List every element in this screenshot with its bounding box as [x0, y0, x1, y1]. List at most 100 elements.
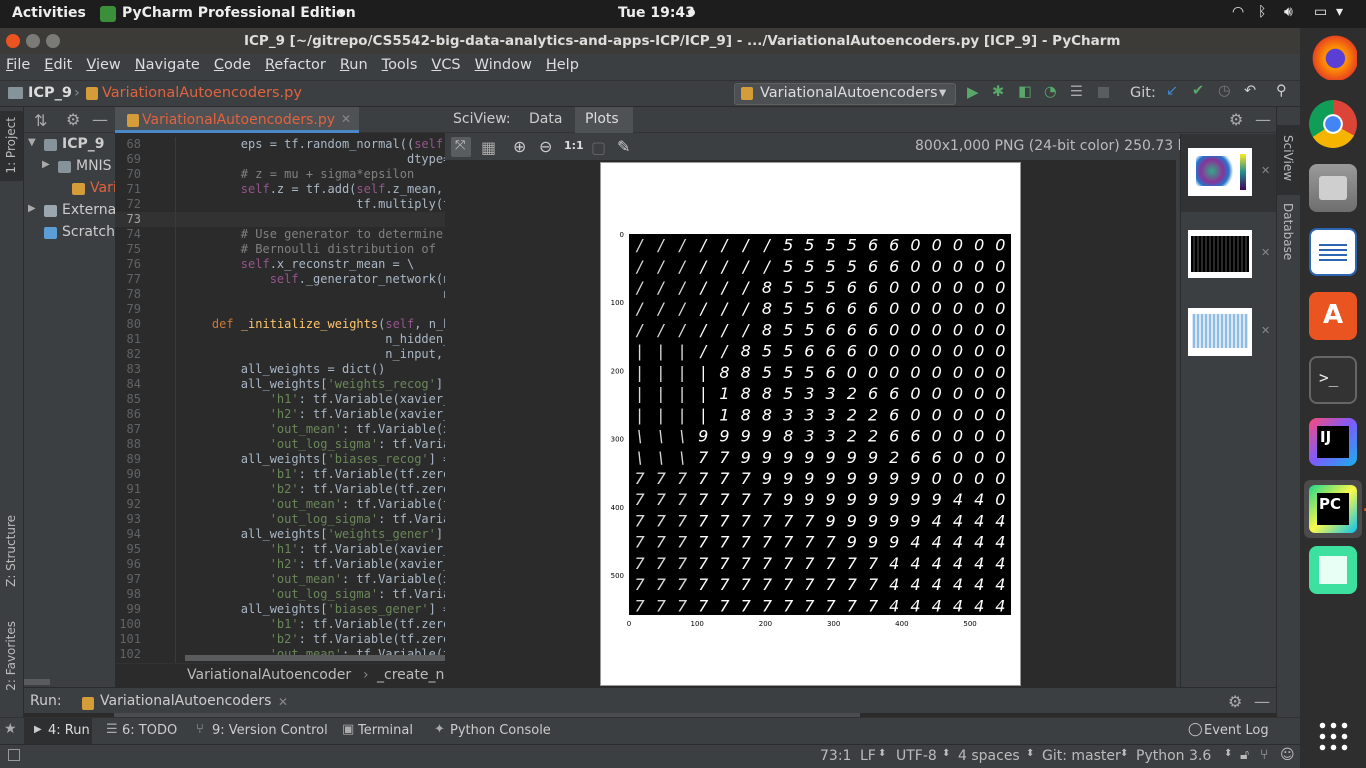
hide-icon[interactable]: — — [1255, 110, 1271, 129]
app-icon[interactable] — [1309, 546, 1357, 594]
background-icon[interactable]: ▢ — [591, 138, 606, 157]
code-line[interactable]: 74 # Use generator to determine m — [115, 227, 445, 242]
code-line[interactable]: 77 self._generator_network(ne — [115, 272, 445, 287]
collapsed-arrow-icon[interactable]: ▶ — [42, 159, 50, 170]
stop-icon[interactable] — [1098, 87, 1109, 98]
horizontal-scrollbar[interactable] — [24, 679, 50, 685]
code-line[interactable]: 101 'b2': tf.Variable(tf.zeros — [115, 632, 445, 647]
maximize-window-icon[interactable] — [46, 34, 60, 48]
breadcrumb-class[interactable]: VariationalAutoencoder — [187, 667, 351, 683]
gear-icon[interactable]: ⚙ — [66, 110, 80, 129]
menu-code[interactable]: Code — [214, 57, 251, 73]
coverage-icon[interactable]: ◧ — [1018, 84, 1032, 100]
search-icon[interactable]: ⚲ — [1276, 83, 1287, 99]
code-line[interactable]: 72 tf.multiply(t — [115, 197, 445, 212]
code-line[interactable]: 97 'out_mean': tf.Variable(xa — [115, 572, 445, 587]
code-line[interactable]: 86 'h2': tf.Variable(xavier_i — [115, 407, 445, 422]
tree-item[interactable]: ▶ MNIS — [24, 157, 115, 177]
color-picker-icon[interactable]: ✎ — [617, 137, 630, 156]
tab-plots[interactable]: Plots — [575, 107, 633, 133]
chevron-down-icon[interactable]: ▾ — [1336, 4, 1343, 20]
zoom-out-icon[interactable]: ⊖ — [539, 137, 552, 156]
breadcrumb-file[interactable]: VariationalAutoencoders.py — [102, 85, 302, 101]
code-line[interactable]: 85 'h1': tf.Variable(xavier_i — [115, 392, 445, 407]
inspector-icon[interactable]: ☺ — [1280, 747, 1295, 763]
zoom-in-icon[interactable]: ⊕ — [513, 137, 526, 156]
actual-size-button[interactable]: 1:1 — [564, 139, 584, 152]
wifi-icon[interactable]: ◠ — [1232, 4, 1244, 20]
close-run-tab-icon[interactable]: ✕ — [278, 695, 288, 709]
code-line[interactable]: 82 n_input, n — [115, 347, 445, 362]
menu-help[interactable]: Help — [546, 57, 579, 73]
tree-item[interactable]: Varia — [24, 179, 115, 199]
lock-icon[interactable]: 🔓︎ — [1240, 747, 1249, 763]
close-thumbnail-icon[interactable]: ✕ — [1261, 246, 1270, 259]
structure-tab-label[interactable]: Z: Structure — [4, 515, 18, 587]
menu-file[interactable]: File — [6, 57, 30, 73]
line-separator[interactable]: LF — [860, 748, 876, 764]
menu-run[interactable]: Run — [340, 57, 368, 73]
hide-icon[interactable]: — — [92, 110, 108, 129]
thumbnail-3[interactable]: ✕ — [1181, 294, 1277, 372]
editor-horizontal-scrollbar[interactable] — [185, 655, 445, 661]
tree-item[interactable]: ▼ ICP_9 — [24, 135, 115, 155]
run-tool-button[interactable]: ▶ 4: Run — [24, 718, 92, 744]
pycharm-active-icon[interactable]: PC — [1304, 480, 1362, 538]
hide-icon[interactable]: — — [1254, 692, 1270, 711]
firefox-icon[interactable] — [1309, 32, 1357, 80]
battery-icon[interactable]: ▭ — [1314, 4, 1327, 20]
chrome-icon[interactable] — [1309, 100, 1357, 148]
todo-tool-button[interactable]: 6: TODO — [122, 723, 177, 738]
tree-item[interactable]: ▶ Externa — [24, 201, 115, 221]
menu-window[interactable]: Window — [475, 57, 532, 73]
code-line[interactable]: 95 'h1': tf.Variable(xavier_i — [115, 542, 445, 557]
breadcrumb-project[interactable]: ICP_9 — [28, 85, 72, 101]
code-line[interactable]: 79 — [115, 302, 445, 317]
close-tab-icon[interactable]: ✕ — [341, 112, 351, 126]
thumbnail-1[interactable]: ✕ — [1181, 134, 1277, 212]
toggle-tool-windows-icon[interactable] — [8, 749, 20, 761]
project-tool-tab[interactable]: 1: Project — [0, 111, 23, 181]
code-line[interactable]: 68 eps = tf.random_normal((self. — [115, 137, 445, 152]
version-control-tool-button[interactable]: 9: Version Control — [212, 723, 328, 738]
database-tab-label[interactable]: Database — [1281, 203, 1295, 260]
menu-view[interactable]: View — [86, 57, 120, 73]
writer-icon[interactable] — [1309, 228, 1357, 276]
intellij-icon[interactable]: IJ — [1309, 418, 1357, 466]
code-line[interactable]: 92 'out_mean': tf.Variable(tf — [115, 497, 445, 512]
git-revert-icon[interactable]: ↶ — [1244, 83, 1256, 99]
code-line[interactable]: 100 'b1': tf.Variable(tf.zeros — [115, 617, 445, 632]
code-line[interactable]: 80 def _initialize_weights(self, n_hi — [115, 317, 445, 332]
debug-icon[interactable]: ✱ — [992, 84, 1004, 100]
git-icon[interactable]: ⑂ — [1260, 747, 1268, 763]
plot-image[interactable]: / / / / / //5 5 5 5 6 6 0 0 0 0 0// / / / //5 5 5 5 6 6 0 0 0 0 0// / /… — [600, 162, 1021, 686]
file-encoding[interactable]: UTF-8 — [896, 748, 937, 764]
clock[interactable]: Tue 19:43 — [618, 5, 695, 21]
favorites-tab-label[interactable]: 2: Favorites — [4, 621, 18, 691]
code-area[interactable]: 68 eps = tf.random_normal((self.69 dtype… — [115, 137, 445, 663]
collapsed-arrow-icon[interactable]: ▶ — [28, 203, 36, 214]
python-console-tool-button[interactable]: Python Console — [450, 723, 551, 738]
code-line[interactable]: 87 'out_mean': tf.Variable(xa — [115, 422, 445, 437]
code-line[interactable]: 98 'out_log_sigma': tf.Varia — [115, 587, 445, 602]
code-line[interactable]: 96 'h2': tf.Variable(xavier_i — [115, 557, 445, 572]
menu-vcs[interactable]: VCS — [431, 57, 460, 73]
run-icon[interactable]: ▶ — [967, 83, 979, 101]
activities-button[interactable]: Activities — [12, 5, 86, 21]
git-history-icon[interactable]: ◷ — [1218, 83, 1231, 99]
indent-setting[interactable]: 4 spaces — [958, 748, 1020, 764]
code-line[interactable]: 89 all_weights['biases_recog'] = — [115, 452, 445, 467]
code-line[interactable]: 70 # z = mu + sigma*epsilon — [115, 167, 445, 182]
expanded-arrow-icon[interactable]: ▼ — [28, 137, 36, 148]
build-icon[interactable]: ☰ — [1070, 84, 1083, 100]
code-line[interactable]: 81 n_hidden_g — [115, 332, 445, 347]
code-line[interactable]: 78 ne — [115, 287, 445, 302]
breadcrumb-method[interactable]: _create_ne — [377, 667, 453, 683]
thumbnail-2[interactable]: ✕ — [1181, 214, 1277, 292]
code-line[interactable]: 69 dtype= — [115, 152, 445, 167]
code-line[interactable]: 76 self.x_reconstr_mean = \ — [115, 257, 445, 272]
run-tab-label[interactable]: VariationalAutoencoders — [100, 693, 271, 709]
tree-item[interactable]: Scratche — [24, 223, 115, 243]
bluetooth-icon[interactable]: ᛒ — [1258, 4, 1266, 20]
code-line[interactable]: 99 all_weights['biases_gener'] = — [115, 602, 445, 617]
